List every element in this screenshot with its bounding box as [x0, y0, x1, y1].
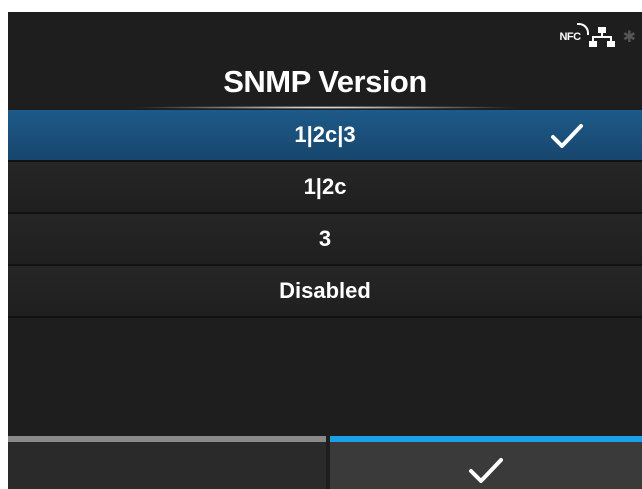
list-empty-area [8, 326, 642, 434]
option-label: 1|2c [303, 174, 347, 199]
footer-bar [8, 436, 642, 489]
nfc-icon: NFC [559, 23, 589, 43]
option-1-2c-3[interactable]: 1|2c|3 [8, 110, 642, 162]
page-title: SNMP Version [223, 64, 427, 99]
option-disabled[interactable]: Disabled [8, 266, 642, 318]
option-label: 3 [318, 226, 332, 251]
snmp-version-list: 1|2c|3 1|2c 3 Disabled [8, 110, 642, 318]
option-label: 1|2c|3 [294, 122, 356, 147]
back-button[interactable] [8, 436, 326, 489]
title-underline [128, 106, 522, 109]
confirm-button[interactable] [330, 436, 642, 489]
option-label: Disabled [279, 278, 371, 303]
network-icon [588, 27, 615, 47]
status-bar: NFC ✱ [559, 22, 642, 52]
option-1-2c[interactable]: 1|2c [8, 162, 642, 214]
checkmark-icon [469, 458, 503, 483]
bluetooth-icon: ✱ [622, 29, 636, 46]
checkmark-icon [551, 124, 583, 148]
printer-display: NFC ✱ SNMP Version 1|2c|3 1|2c 3 Disable… [8, 12, 642, 489]
option-3[interactable]: 3 [8, 214, 642, 266]
